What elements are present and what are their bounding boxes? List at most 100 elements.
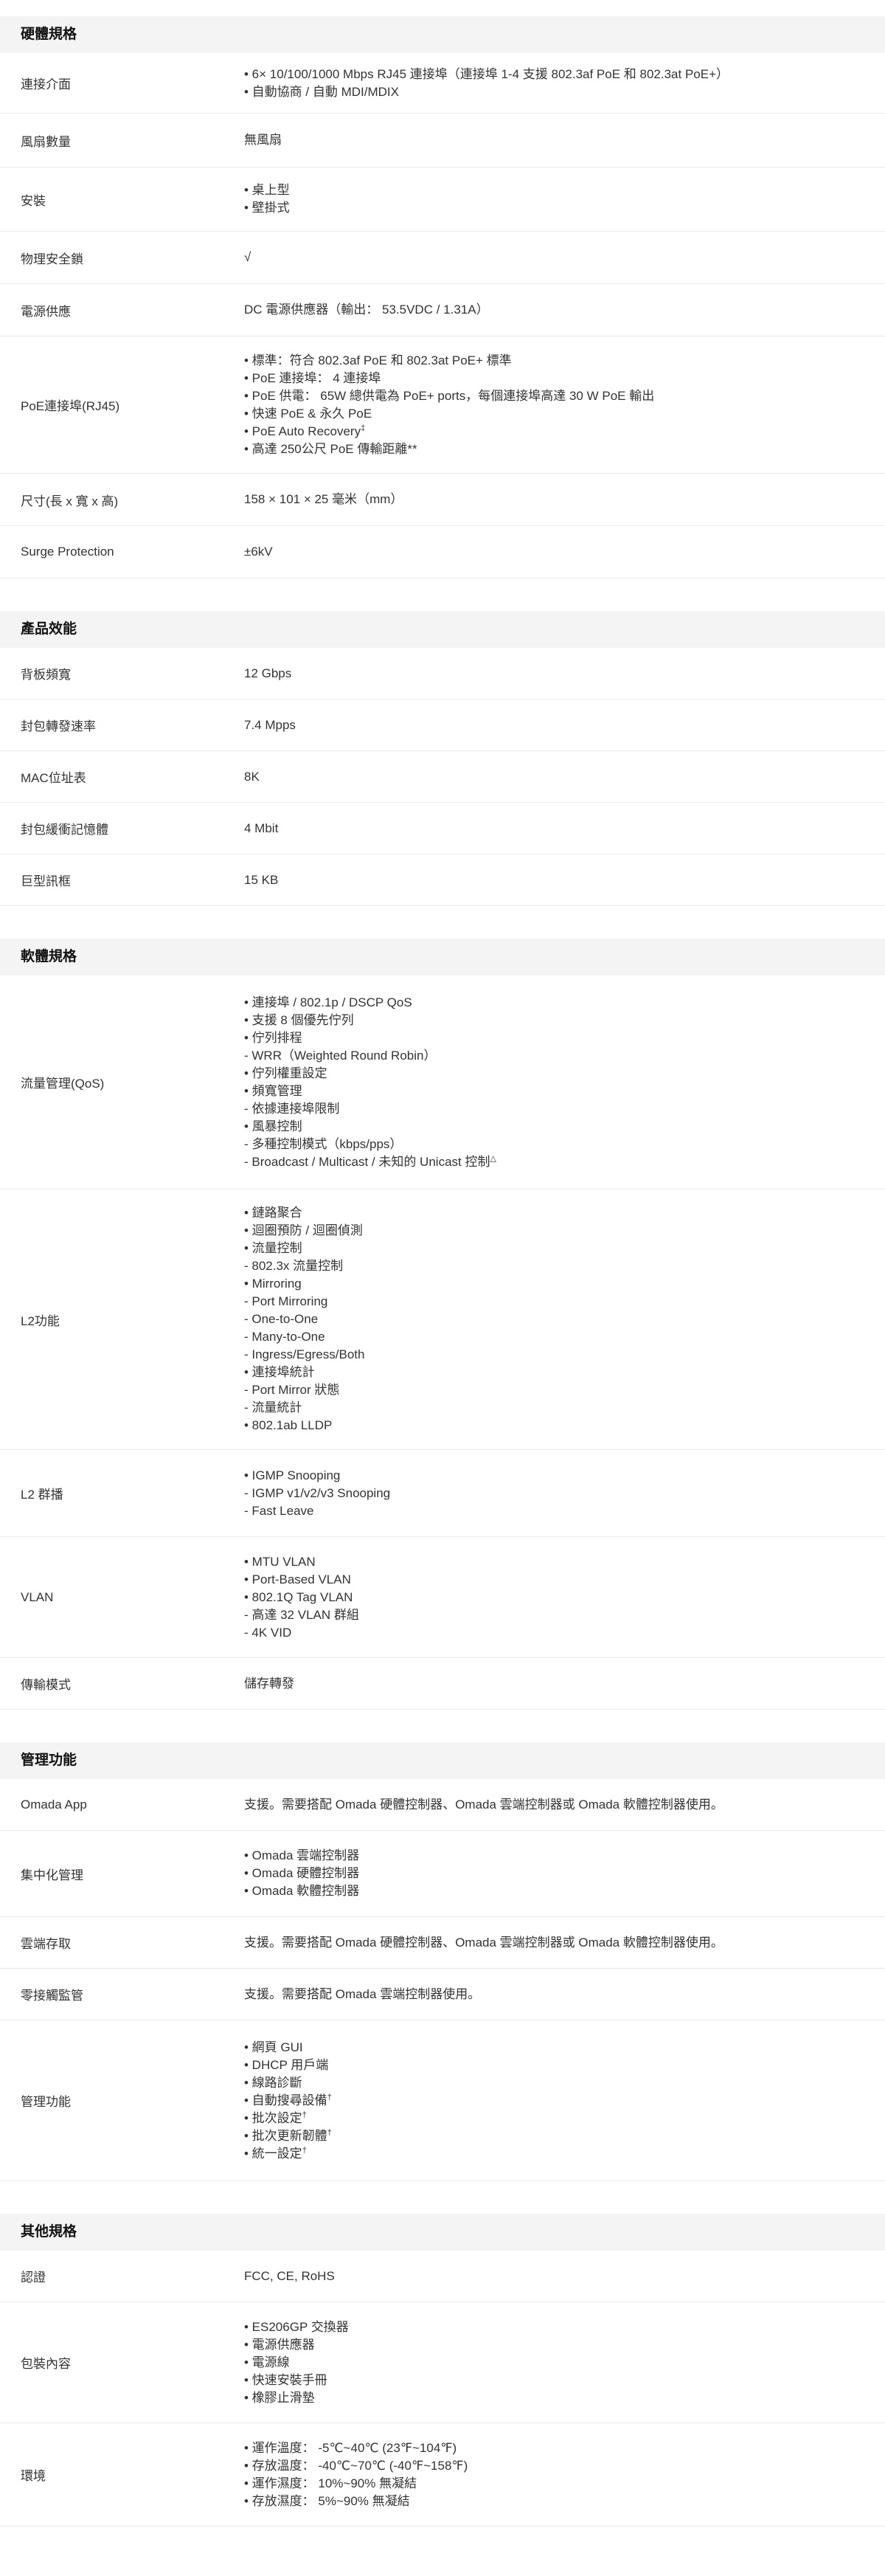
spec-label: 巨型訊框	[21, 874, 71, 888]
spec-value-text: • 自動搜尋設備	[244, 2093, 327, 2107]
spec-row: PoE連接埠(RJ45) • 標準：符合 802.3af PoE 和 802.3a…	[0, 336, 885, 474]
spec-value-text: • 電源供應器	[244, 2337, 315, 2352]
spec-row: 集中化管理 • Omada 雲端控制器 • Omada 硬體控制器 • Omada 軟…	[0, 1831, 885, 1917]
spec-value: • 標準：符合 802.3af PoE 和 802.3at PoE+ 標準 • P…	[224, 336, 885, 473]
spec-row: 安裝 • 桌上型 • 壁掛式	[0, 168, 885, 232]
spec-value-line: 8K	[244, 768, 856, 786]
section-title: 軟體規格	[0, 939, 885, 976]
spec-value: • 鏈路聚合 • 迴圈預防 / 迴圈偵測 • 流量控制 - 802.3x 流量控制 • …	[224, 1189, 885, 1449]
spec-value-line: • 高達 250公尺 PoE 傳輸距離**	[244, 441, 856, 458]
section-title: 產品效能	[0, 611, 885, 648]
spec-value-line: 12 Gbps	[244, 665, 856, 683]
spec-section: 產品效能 背板頻寬 12 Gbps 封包轉發速率 7.4 Mpps MAC位址表 8K 封包緩…	[0, 611, 885, 906]
spec-value-line: - WRR（Weighted Round Robin）	[244, 1047, 856, 1065]
spec-value-line: • 風暴控制	[244, 1118, 856, 1136]
spec-label: 電源供應	[21, 304, 71, 319]
spec-value: • MTU VLAN • Port-Based VLAN • 802.1Q Tag …	[224, 1537, 885, 1657]
spec-value-text: - 高達 32 VLAN 群組	[244, 1607, 359, 1622]
spec-value-line: • PoE 供電： 65W 總供電為 PoE+ ports，每個連接埠高達 30…	[244, 387, 856, 405]
spec-value-text: 12 Gbps	[244, 666, 292, 680]
spec-label: 包裝內容	[21, 2357, 71, 2371]
section-title: 管理功能	[0, 1742, 885, 1779]
spec-value-text: • PoE 供電： 65W 總供電為 PoE+ ports，每個連接埠高達 30…	[244, 388, 655, 403]
spec-value: • 運作溫度： -5℃~40℃ (23℉~104℉) • 存放溫度： -40℃~7…	[224, 2423, 885, 2526]
spec-row: 認證 FCC, CE, RoHS	[0, 2251, 885, 2302]
footnote-marker: †	[302, 2110, 307, 2119]
spec-value-line: 支援。需要搭配 Omada 雲端控制器使用。	[244, 1986, 856, 2003]
spec-value-text: - 802.3x 流量控制	[244, 1259, 344, 1273]
spec-value-text: • 佇列權重設定	[244, 1066, 327, 1080]
spec-value-line: 儲存轉發	[244, 1675, 856, 1693]
spec-value-text: • 連接埠統計	[244, 1365, 315, 1379]
spec-value-line: • 頻寬管理	[244, 1082, 856, 1100]
spec-value-line: • 存放溫度： -40℃~70℃ (-40℉~158℉)	[244, 2457, 856, 2475]
spec-value-line: FCC, CE, RoHS	[244, 2268, 856, 2285]
spec-row: 流量管理(QoS) • 連接埠 / 802.1p / DSCP QoS • 支援 8…	[0, 976, 885, 1189]
footnote-marker: †	[302, 2145, 307, 2155]
spec-label: 集中化管理	[21, 1868, 83, 1882]
spec-value-text: • Omada 軟體控制器	[244, 1884, 360, 1898]
spec-value-line: - 依據連接埠限制	[244, 1100, 856, 1118]
spec-label: 零接觸監管	[21, 1989, 83, 2003]
spec-value-text: - 流量統計	[244, 1401, 302, 1415]
spec-value-line: • 自動協商 / 自動 MDI/MDIX	[244, 83, 856, 101]
spec-row: 巨型訊框 15 KB	[0, 854, 885, 906]
spec-value: √	[224, 232, 885, 283]
spec-row: 零接觸監管 支援。需要搭配 Omada 雲端控制器使用。	[0, 1969, 885, 2020]
section-title: 硬體規格	[0, 16, 885, 53]
spec-value-line: • 佇列排程	[244, 1029, 856, 1047]
spec-label: 流量管理(QoS)	[21, 1077, 105, 1091]
spec-value-text: 4 Mbit	[244, 821, 279, 835]
spec-value-text: ±6kV	[244, 545, 273, 559]
spec-section: 硬體規格 連接介面 • 6× 10/100/1000 Mbps RJ45 連接埠（連…	[0, 16, 885, 579]
spec-value-text: • 6× 10/100/1000 Mbps RJ45 連接埠（連接埠 1-4 支…	[244, 66, 729, 81]
spec-value: 支援。需要搭配 Omada 硬體控制器、Omada 雲端控制器或 Omada 軟…	[224, 1917, 885, 1968]
spec-value-text: • 風暴控制	[244, 1119, 302, 1133]
spec-value-text: 支援。需要搭配 Omada 雲端控制器使用。	[244, 1986, 481, 2001]
spec-value-text: • 運作溫度： -5℃~40℃ (23℉~104℉)	[244, 2440, 457, 2455]
spec-row: L2功能 • 鏈路聚合 • 迴圈預防 / 迴圈偵測 • 流量控制 - 802.3x 流量…	[0, 1189, 885, 1450]
spec-value-line: - 4K VID	[244, 1624, 856, 1642]
spec-value-text: DC 電源供應器（輸出： 53.5VDC / 1.31A）	[244, 303, 489, 317]
spec-value-text: • 佇列排程	[244, 1030, 302, 1045]
spec-value-line: • 電源供應器	[244, 2336, 856, 2354]
spec-value-text: • Omada 雲端控制器	[244, 1848, 360, 1862]
spec-value-text: FCC, CE, RoHS	[244, 2268, 335, 2283]
spec-value-line: • ES206GP 交換器	[244, 2318, 856, 2336]
spec-value-line: • PoE Auto Recovery‡	[244, 423, 856, 441]
spec-label: 尺寸(長 x 寬 x 高)	[21, 494, 119, 508]
spec-row: Surge Protection ±6kV	[0, 526, 885, 579]
spec-value-text: • 頻寬管理	[244, 1083, 302, 1098]
spec-value-text: 158 × 101 × 25 毫米（mm）	[244, 492, 403, 506]
spec-value-text: • 鏈路聚合	[244, 1206, 302, 1220]
spec-label: VLAN	[21, 1589, 54, 1604]
spec-value-line: 無風扇	[244, 131, 856, 149]
spec-label: 安裝	[21, 193, 46, 208]
spec-value-line: • 批次更新韌體†	[244, 2127, 856, 2145]
spec-value-line: - Port Mirroring	[244, 1293, 856, 1311]
spec-row: 背板頻寬 12 Gbps	[0, 648, 885, 700]
spec-value-line: - IGMP v1/v2/v3 Snooping	[244, 1485, 856, 1502]
spec-value-text: - Broadcast / Multicast / 未知的 Unicast 控制	[244, 1154, 490, 1169]
spec-value-line: • IGMP Snooping	[244, 1467, 856, 1485]
spec-value-line: • Omada 軟體控制器	[244, 1882, 856, 1900]
spec-label: 管理功能	[21, 2095, 71, 2109]
spec-value-text: • DHCP 用戶端	[244, 2057, 329, 2072]
spec-value-text: - Many-to-One	[244, 1330, 325, 1344]
spec-value-text: • MTU VLAN	[244, 1554, 316, 1569]
spec-value-text: • ES206GP 交換器	[244, 2319, 349, 2334]
spec-value-line: 支援。需要搭配 Omada 硬體控制器、Omada 雲端控制器或 Omada 軟…	[244, 1796, 856, 1814]
spec-value-text: √	[244, 250, 251, 264]
spec-value-text: • 支援 8 個優先佇列	[244, 1012, 354, 1027]
spec-value-line: 7.4 Mpps	[244, 716, 856, 734]
spec-value-text: • 網頁 GUI	[244, 2040, 303, 2054]
spec-value: 158 × 101 × 25 毫米（mm）	[224, 474, 885, 525]
footnote-marker: △	[490, 1153, 496, 1163]
spec-value-text: • 802.1ab LLDP	[244, 1418, 333, 1432]
spec-value-text: • PoE Auto Recovery	[244, 424, 361, 438]
spec-value-line: • 連接埠統計	[244, 1364, 856, 1381]
spec-value-line: 支援。需要搭配 Omada 硬體控制器、Omada 雲端控制器或 Omada 軟…	[244, 1934, 856, 1952]
spec-value-line: • 佇列權重設定	[244, 1065, 856, 1082]
spec-row: 電源供應 DC 電源供應器（輸出： 53.5VDC / 1.31A）	[0, 284, 885, 336]
spec-value-text: 支援。需要搭配 Omada 硬體控制器、Omada 雲端控制器或 Omada 軟…	[244, 1935, 723, 1950]
